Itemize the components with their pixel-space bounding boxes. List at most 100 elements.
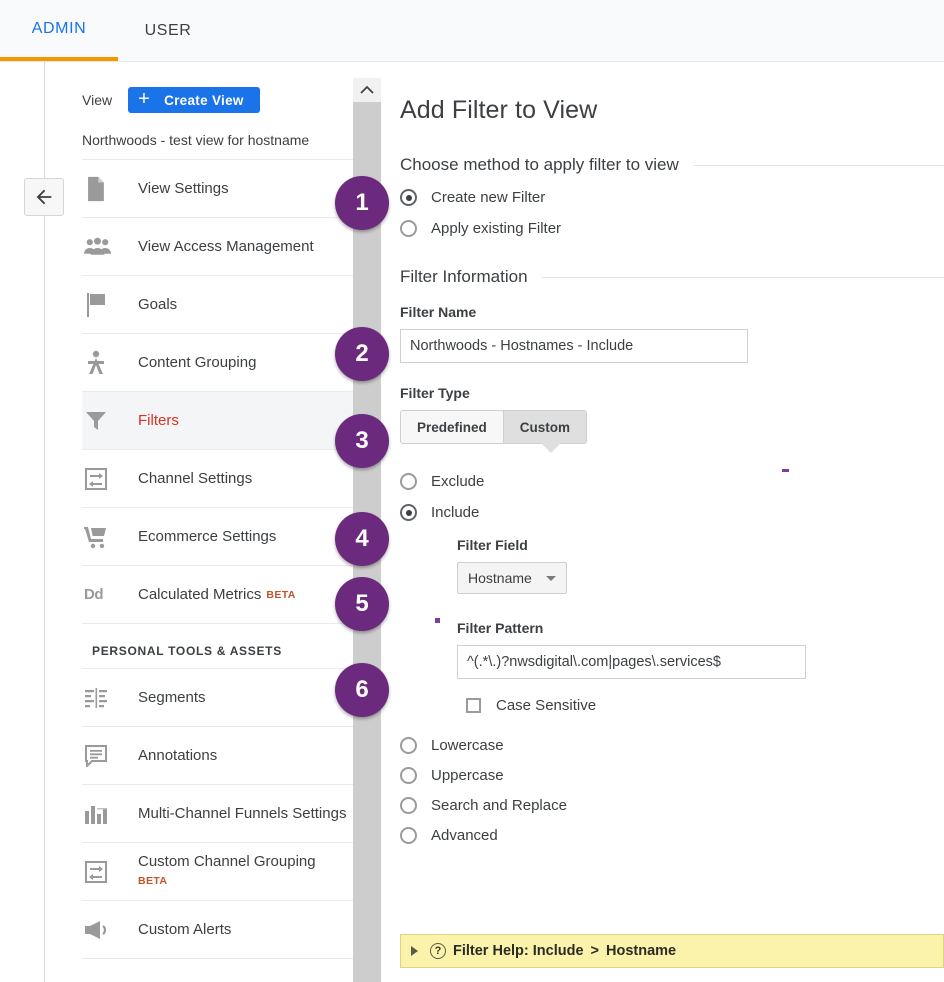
filter-field-value: Hostname — [468, 570, 532, 586]
tab-admin[interactable]: ADMIN — [0, 0, 118, 61]
radio-search-and-replace[interactable]: Search and Replace — [400, 797, 944, 814]
sidebar-item-segments[interactable]: Segments — [82, 669, 354, 727]
sidebar-section-personal-tools: PERSONAL TOOLS & ASSETS — [82, 624, 354, 669]
radio-label: Include — [431, 504, 480, 521]
document-icon — [82, 176, 138, 202]
filter-type-label: Filter Type — [400, 385, 470, 401]
step-marker-6: 6 — [335, 663, 389, 717]
sidebar-item-view-access-management[interactable]: View Access Management — [82, 218, 354, 276]
segments-icon — [82, 687, 138, 708]
filter-name-label: Filter Name — [400, 304, 477, 320]
toggle-selected-pointer — [541, 443, 562, 453]
sidebar-item-label: Goals — [138, 296, 178, 313]
sidebar-item-label: Multi-Channel Funnels Settings — [138, 805, 347, 822]
channel-settings-icon — [82, 467, 138, 491]
radio-label: Search and Replace — [431, 797, 567, 814]
case-sensitive-label: Case Sensitive — [496, 697, 597, 714]
current-view-name[interactable]: Northwoods - test view for hostname — [82, 120, 354, 160]
chevron-up-icon — [360, 85, 374, 94]
dd-icon: Dd — [84, 586, 104, 603]
radio-icon — [400, 473, 417, 490]
filter-information-title: Filter Information — [400, 267, 528, 286]
sidebar-item-calculated-metrics[interactable]: Dd Calculated Metrics BETA — [82, 566, 354, 624]
radio-create-new-filter[interactable]: Create new Filter — [400, 189, 944, 206]
content-grouping-icon — [82, 350, 138, 376]
radio-label: Lowercase — [431, 737, 504, 754]
radio-exclude[interactable]: Exclude — [400, 473, 944, 490]
filter-type-predefined-button[interactable]: Predefined — [400, 410, 504, 444]
toggle-label: Predefined — [417, 419, 487, 435]
filter-information-header: Filter Information — [400, 267, 944, 287]
method-section-title: Choose method to apply filter to view — [400, 155, 679, 174]
filter-name-value: Northwoods - Hostnames - Include — [410, 338, 634, 354]
sidebar-item-ecommerce-settings[interactable]: Ecommerce Settings — [82, 508, 354, 566]
step-number: 6 — [355, 676, 369, 703]
method-section-header: Choose method to apply filter to view — [400, 155, 944, 175]
radio-icon — [400, 220, 417, 237]
tab-user[interactable]: USER — [118, 0, 218, 61]
radio-label: Advanced — [431, 827, 498, 844]
radio-icon — [400, 827, 417, 844]
beta-badge: BETA — [138, 875, 168, 887]
radio-icon — [400, 767, 417, 784]
sidebar-item-label: Channel Settings — [138, 470, 253, 487]
filter-type-toggle-group: Predefined Custom — [400, 410, 588, 453]
question-mark-icon: ? — [430, 943, 446, 959]
step-number: 1 — [355, 189, 369, 216]
filter-pattern-input[interactable]: ^(.*\.)?nwsdigital\.com|pages\.services$ — [457, 645, 806, 679]
step-number: 5 — [355, 590, 369, 617]
sidebar-item-label: Filters — [138, 412, 179, 429]
funnel-icon — [82, 409, 138, 433]
radio-uppercase[interactable]: Uppercase — [400, 767, 944, 784]
radio-label: Apply existing Filter — [431, 220, 562, 237]
sidebar-item-label: Calculated Metrics BETA — [138, 585, 296, 603]
radio-label: Uppercase — [431, 767, 504, 784]
step-marker-3: 3 — [335, 414, 389, 468]
sidebar-item-custom-alerts[interactable]: Custom Alerts — [82, 901, 354, 959]
radio-include[interactable]: Include — [400, 504, 944, 521]
checkbox-icon — [466, 698, 481, 713]
radio-apply-existing-filter[interactable]: Apply existing Filter — [400, 220, 944, 237]
sidebar-item-label: Custom Channel Grouping BETA — [138, 852, 316, 891]
back-button[interactable] — [24, 178, 64, 216]
scrollbar-up-button[interactable] — [353, 78, 381, 102]
sidebar-item-channel-settings[interactable]: Channel Settings — [82, 450, 354, 508]
sidebar-item-label: Content Grouping — [138, 354, 257, 371]
filter-field-select[interactable]: Hostname — [457, 562, 567, 594]
step-marker-4: 4 — [335, 512, 389, 566]
create-view-label: Create View — [164, 92, 244, 108]
sidebar-item-goals[interactable]: Goals — [82, 276, 354, 334]
step-number: 2 — [355, 340, 369, 367]
annotations-icon — [82, 744, 138, 767]
radio-icon — [400, 797, 417, 814]
filter-help-prefix: Filter Help: Include — [453, 943, 584, 959]
step-number: 3 — [355, 427, 369, 454]
filter-type-custom-button[interactable]: Custom — [503, 410, 588, 444]
sidebar-item-custom-channel-grouping[interactable]: Custom Channel Grouping BETA — [82, 843, 354, 901]
megaphone-icon — [82, 920, 138, 940]
arrow-left-icon — [36, 189, 52, 205]
case-sensitive-checkbox-row[interactable]: Case Sensitive — [457, 697, 944, 714]
top-tab-bar: ADMIN USER — [0, 0, 944, 62]
section-divider — [541, 276, 944, 278]
beta-badge: BETA — [266, 588, 296, 601]
filter-help-separator: > — [590, 943, 599, 959]
sidebar-item-annotations[interactable]: Annotations — [82, 727, 354, 785]
radio-lowercase[interactable]: Lowercase — [400, 737, 944, 754]
section-divider — [692, 164, 944, 166]
filter-name-input[interactable]: Northwoods - Hostnames - Include — [400, 329, 748, 363]
chevron-down-icon — [545, 575, 556, 581]
tab-admin-label: ADMIN — [31, 19, 87, 37]
view-header-row: View + Create View — [82, 80, 354, 120]
sidebar-item-filters[interactable]: Filters — [82, 392, 354, 450]
step-marker-5: 5 — [335, 577, 389, 631]
radio-advanced[interactable]: Advanced — [400, 827, 944, 844]
tab-user-label: USER — [144, 21, 192, 39]
sidebar-item-content-grouping[interactable]: Content Grouping — [82, 334, 354, 392]
filter-help-bar[interactable]: ? Filter Help: Include > Hostname — [400, 934, 944, 968]
create-view-button[interactable]: + Create View — [128, 87, 260, 113]
sidebar-item-view-settings[interactable]: View Settings — [82, 160, 354, 218]
triangle-right-icon — [411, 946, 418, 956]
radio-icon — [400, 737, 417, 754]
sidebar-item-multi-channel-funnels-settings[interactable]: Multi-Channel Funnels Settings — [82, 785, 354, 843]
